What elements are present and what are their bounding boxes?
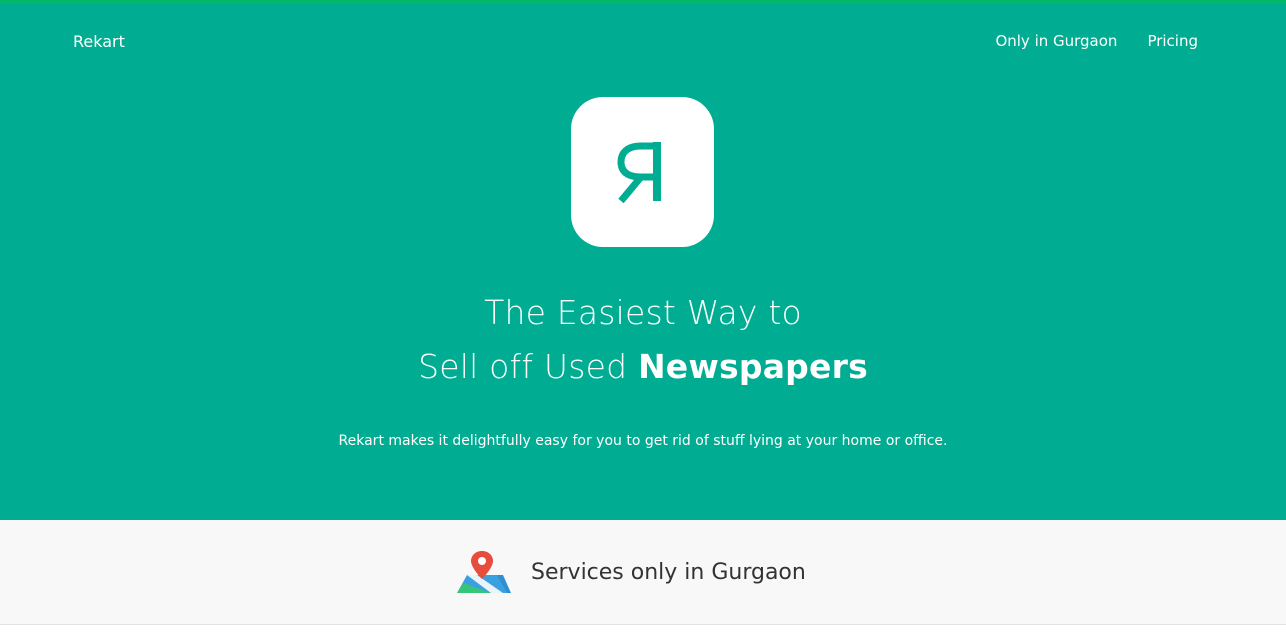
hero-section: Rekart Only in Gurgaon Pricing The Easie… [0, 0, 1286, 520]
nav-pricing[interactable]: Pricing [1147, 32, 1198, 50]
service-notice: Services only in Gurgaon [451, 540, 806, 604]
headline-line-2-prefix: Sell off Used [418, 347, 628, 386]
hero-tagline: Rekart makes it delightfully easy for yo… [338, 433, 948, 449]
app-logo [571, 97, 714, 247]
hero-headline: The Easiest Way to Sell off Used Newspap… [0, 286, 1286, 394]
service-strip: Services only in Gurgaon [0, 520, 1286, 625]
service-text: Services only in Gurgaon [531, 559, 806, 585]
map-pin-icon [457, 551, 511, 593]
headline-line-1: The Easiest Way to [484, 293, 802, 332]
nav-only-in-gurgaon[interactable]: Only in Gurgaon [995, 32, 1117, 50]
brand-link[interactable]: Rekart [73, 32, 125, 51]
top-nav: Only in Gurgaon Pricing [995, 32, 1198, 50]
headline-emphasis: Newspapers [637, 347, 868, 386]
rekart-logo-icon [616, 142, 661, 204]
